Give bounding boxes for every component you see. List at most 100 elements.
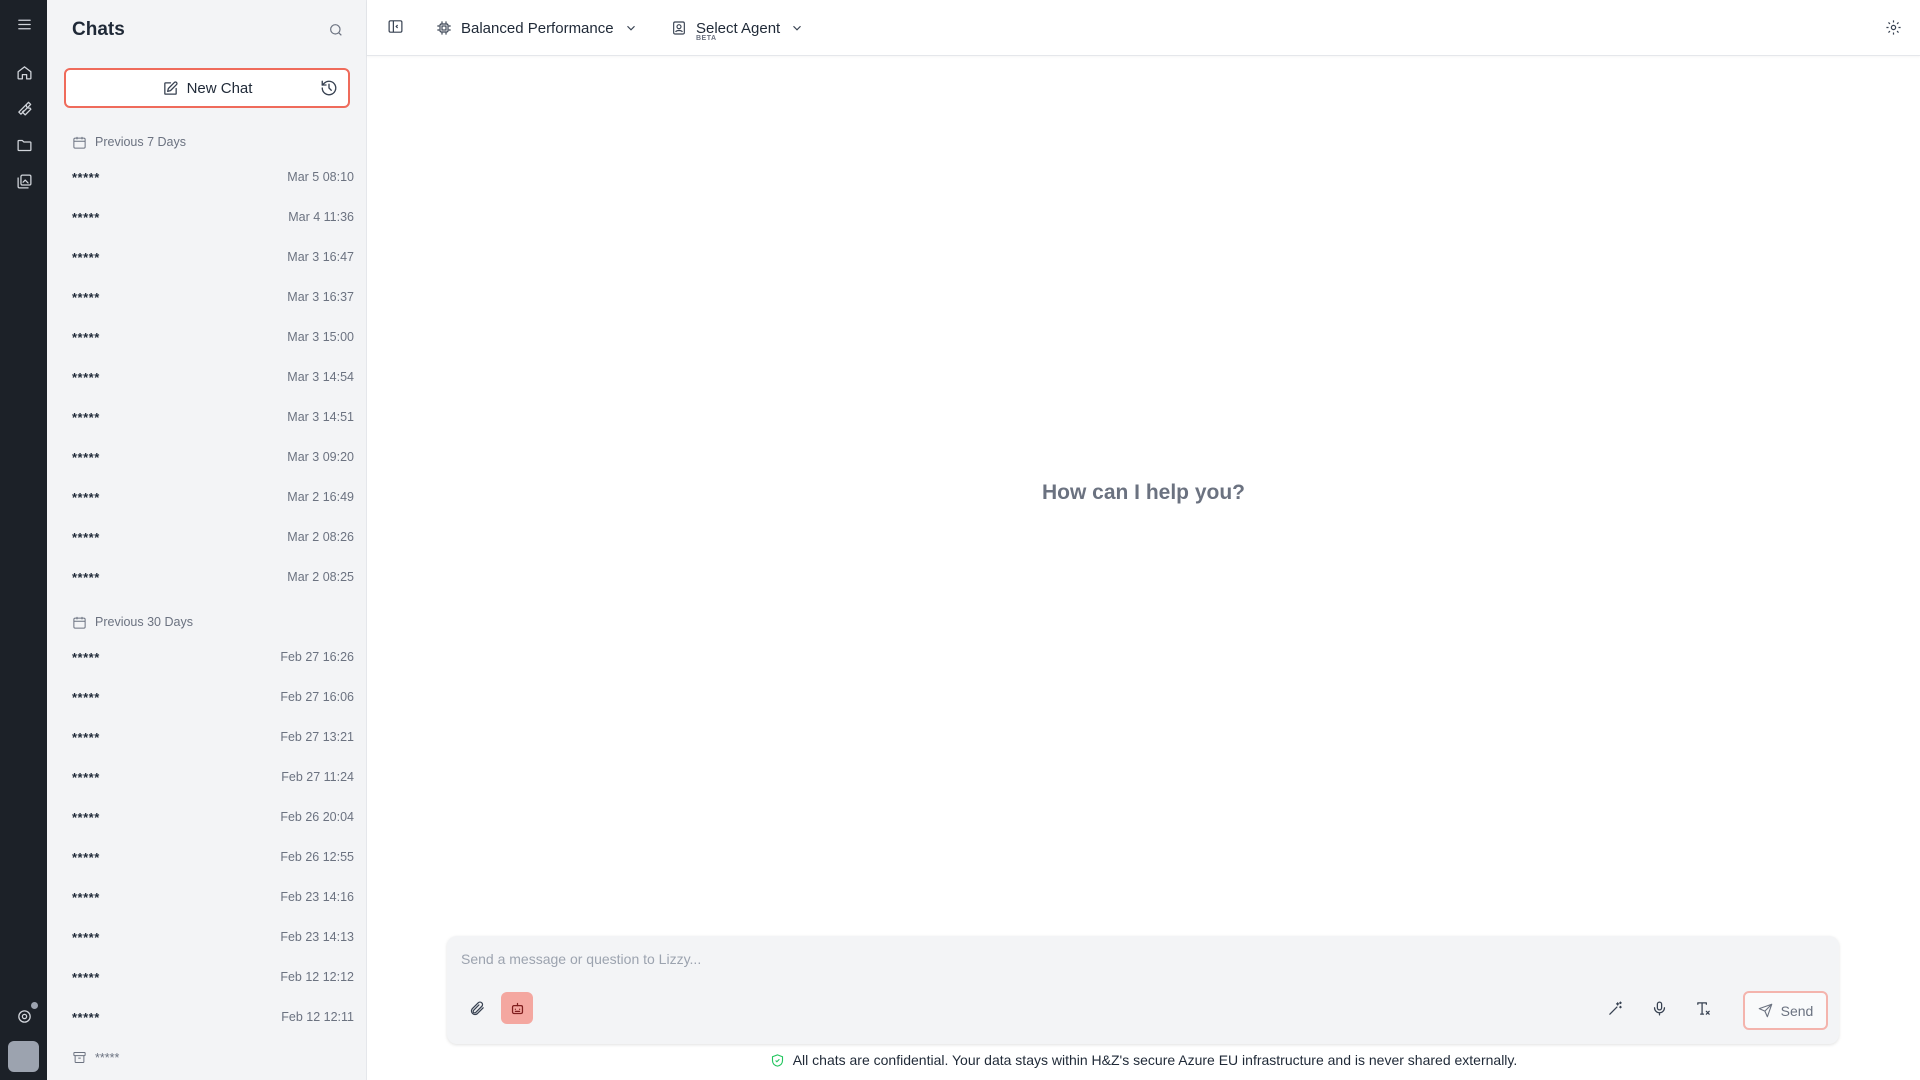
archive-icon (73, 1052, 86, 1063)
chat-list-item[interactable]: ***** Feb 27 11:24 (64, 757, 354, 797)
history-icon[interactable] (320, 79, 338, 97)
send-label: Send (1780, 1002, 1814, 1019)
chat-list-item[interactable]: ***** Mar 3 16:47 (64, 237, 354, 277)
model-label: Balanced Performance (461, 19, 614, 37)
main-area: Balanced Performance Select Agent BETA H… (367, 0, 1920, 1080)
chat-title: ***** (72, 289, 100, 305)
chat-list-item[interactable]: ***** Mar 5 08:10 (64, 157, 354, 197)
chat-list-item[interactable]: ***** Mar 3 16:37 (64, 277, 354, 317)
group-header-previous-30-days: Previous 30 Days (72, 613, 193, 631)
chat-title: ***** (72, 249, 100, 265)
top-bar: Balanced Performance Select Agent BETA (367, 0, 1920, 56)
notice-text: All chats are confidential. Your data st… (792, 1052, 1518, 1068)
chat-list-item[interactable]: ***** Mar 2 08:25 (64, 557, 354, 597)
chat-timestamp: Feb 27 16:26 (280, 650, 354, 664)
message-input[interactable] (461, 946, 1821, 972)
chat-list-item[interactable]: ***** Mar 4 11:36 (64, 197, 354, 237)
text-format-icon[interactable] (1687, 992, 1719, 1024)
chat-title: ***** (72, 849, 100, 865)
chat-list-item[interactable]: ***** Mar 2 16:49 (64, 477, 354, 517)
group-label: Previous 7 Days (95, 135, 187, 149)
chat-timestamp: Feb 27 16:06 (280, 690, 354, 704)
agent-label: Select Agent (696, 19, 781, 37)
chevron-down-icon (790, 21, 804, 35)
chat-timestamp: Mar 3 16:37 (287, 290, 354, 304)
group-label: Previous 30 Days (95, 615, 193, 629)
chat-timestamp: Mar 3 15:00 (287, 330, 354, 344)
home-icon[interactable] (13, 61, 35, 83)
chat-list-item[interactable]: ***** Mar 2 08:26 (64, 517, 354, 557)
send-button[interactable]: Send (1743, 991, 1828, 1030)
sidebar-toggle-icon[interactable] (387, 18, 405, 36)
chat-timestamp: Mar 2 16:49 (287, 490, 354, 504)
chat-title: ***** (72, 369, 100, 385)
chats-sidebar: Chats New Chat Previous 7 Days ***** Mar … (47, 0, 367, 1080)
send-icon (1758, 1003, 1772, 1018)
calendar-icon (73, 616, 86, 629)
chat-list-item[interactable]: ***** Feb 26 20:04 (64, 797, 354, 837)
chat-title: ***** (72, 409, 100, 425)
chat-list-item[interactable]: ***** Feb 23 14:16 (64, 877, 354, 917)
new-chat-button[interactable]: New Chat (64, 68, 350, 108)
chat-title: ***** (72, 569, 100, 585)
chat-list-item[interactable]: ***** Mar 3 14:54 (64, 357, 354, 397)
chat-title: ***** (72, 929, 100, 945)
chat-title: ***** (72, 449, 100, 465)
tools-icon[interactable] (13, 97, 35, 119)
attach-icon[interactable] (461, 992, 493, 1024)
group-header-older: ***** (72, 1050, 119, 1065)
chat-title: ***** (72, 329, 100, 345)
agent-toggle-icon[interactable] (501, 992, 533, 1024)
search-icon[interactable] (326, 20, 346, 40)
chat-list-item[interactable]: ***** Mar 3 09:20 (64, 437, 354, 477)
chat-list-item[interactable]: ***** Feb 27 16:06 (64, 677, 354, 717)
chat-title: ***** (72, 769, 100, 785)
magic-enhance-icon[interactable] (1599, 992, 1631, 1024)
chat-timestamp: Feb 23 14:16 (280, 890, 354, 904)
chat-timestamp: Feb 12 12:11 (281, 1010, 354, 1024)
sidebar-title: Chats (72, 19, 125, 40)
chat-title: ***** (72, 689, 100, 705)
chat-title: ***** (72, 649, 100, 665)
chat-title: ***** (72, 209, 100, 225)
menu-icon[interactable] (13, 13, 35, 35)
edit-icon (162, 80, 179, 97)
new-chat-label: New Chat (186, 79, 253, 97)
chat-list-item[interactable]: ***** Feb 26 12:55 (64, 837, 354, 877)
chevron-down-icon (624, 21, 638, 35)
chat-timestamp: Mar 3 14:51 (287, 410, 354, 424)
agent-selector[interactable]: Select Agent (671, 14, 804, 42)
chat-list-item[interactable]: ***** Feb 12 12:12 (64, 957, 354, 997)
chat-timestamp: Mar 2 08:25 (287, 570, 354, 584)
chat-list-item[interactable]: ***** Feb 27 13:21 (64, 717, 354, 757)
chat-title: ***** (72, 809, 100, 825)
microphone-icon[interactable] (1643, 992, 1675, 1024)
chat-timestamp: Mar 4 11:36 (288, 210, 354, 224)
agent-icon (671, 20, 687, 36)
group-label: ***** (95, 1050, 120, 1065)
chat-list-item[interactable]: ***** Feb 12 12:11 (64, 997, 354, 1037)
chat-timestamp: Feb 12 12:12 (280, 970, 354, 984)
chat-title: ***** (72, 729, 100, 745)
chat-timestamp: Mar 2 08:26 (287, 530, 354, 544)
chat-list-item[interactable]: ***** Mar 3 14:51 (64, 397, 354, 437)
chat-list-item[interactable]: ***** Feb 23 14:13 (64, 917, 354, 957)
chat-timestamp: Mar 3 14:54 (287, 370, 354, 384)
chat-list-item[interactable]: ***** Mar 3 15:00 (64, 317, 354, 357)
model-selector[interactable]: Balanced Performance (436, 14, 638, 42)
gear-icon[interactable] (1885, 19, 1902, 36)
nav-rail (0, 0, 47, 1080)
message-composer: Send (447, 936, 1839, 1044)
chat-timestamp: Feb 27 13:21 (280, 730, 354, 744)
chat-title: ***** (72, 969, 100, 985)
chat-timestamp: Feb 26 12:55 (280, 850, 354, 864)
chat-list-item[interactable]: ***** Feb 27 16:26 (64, 637, 354, 677)
cpu-icon (436, 20, 452, 36)
chat-list-previous-7-days: ***** Mar 5 08:10 ***** Mar 4 11:36 ***** Mar… (64, 157, 354, 597)
avatar[interactable] (8, 1041, 39, 1072)
chat-timestamp: Mar 5 08:10 (287, 170, 354, 184)
chat-list-previous-30-days: ***** Feb 27 16:26 ***** Feb 27 16:06 ***** F… (64, 637, 354, 1037)
gallery-icon[interactable] (13, 170, 35, 192)
beta-badge: BETA (696, 35, 717, 42)
folder-icon[interactable] (13, 134, 35, 156)
